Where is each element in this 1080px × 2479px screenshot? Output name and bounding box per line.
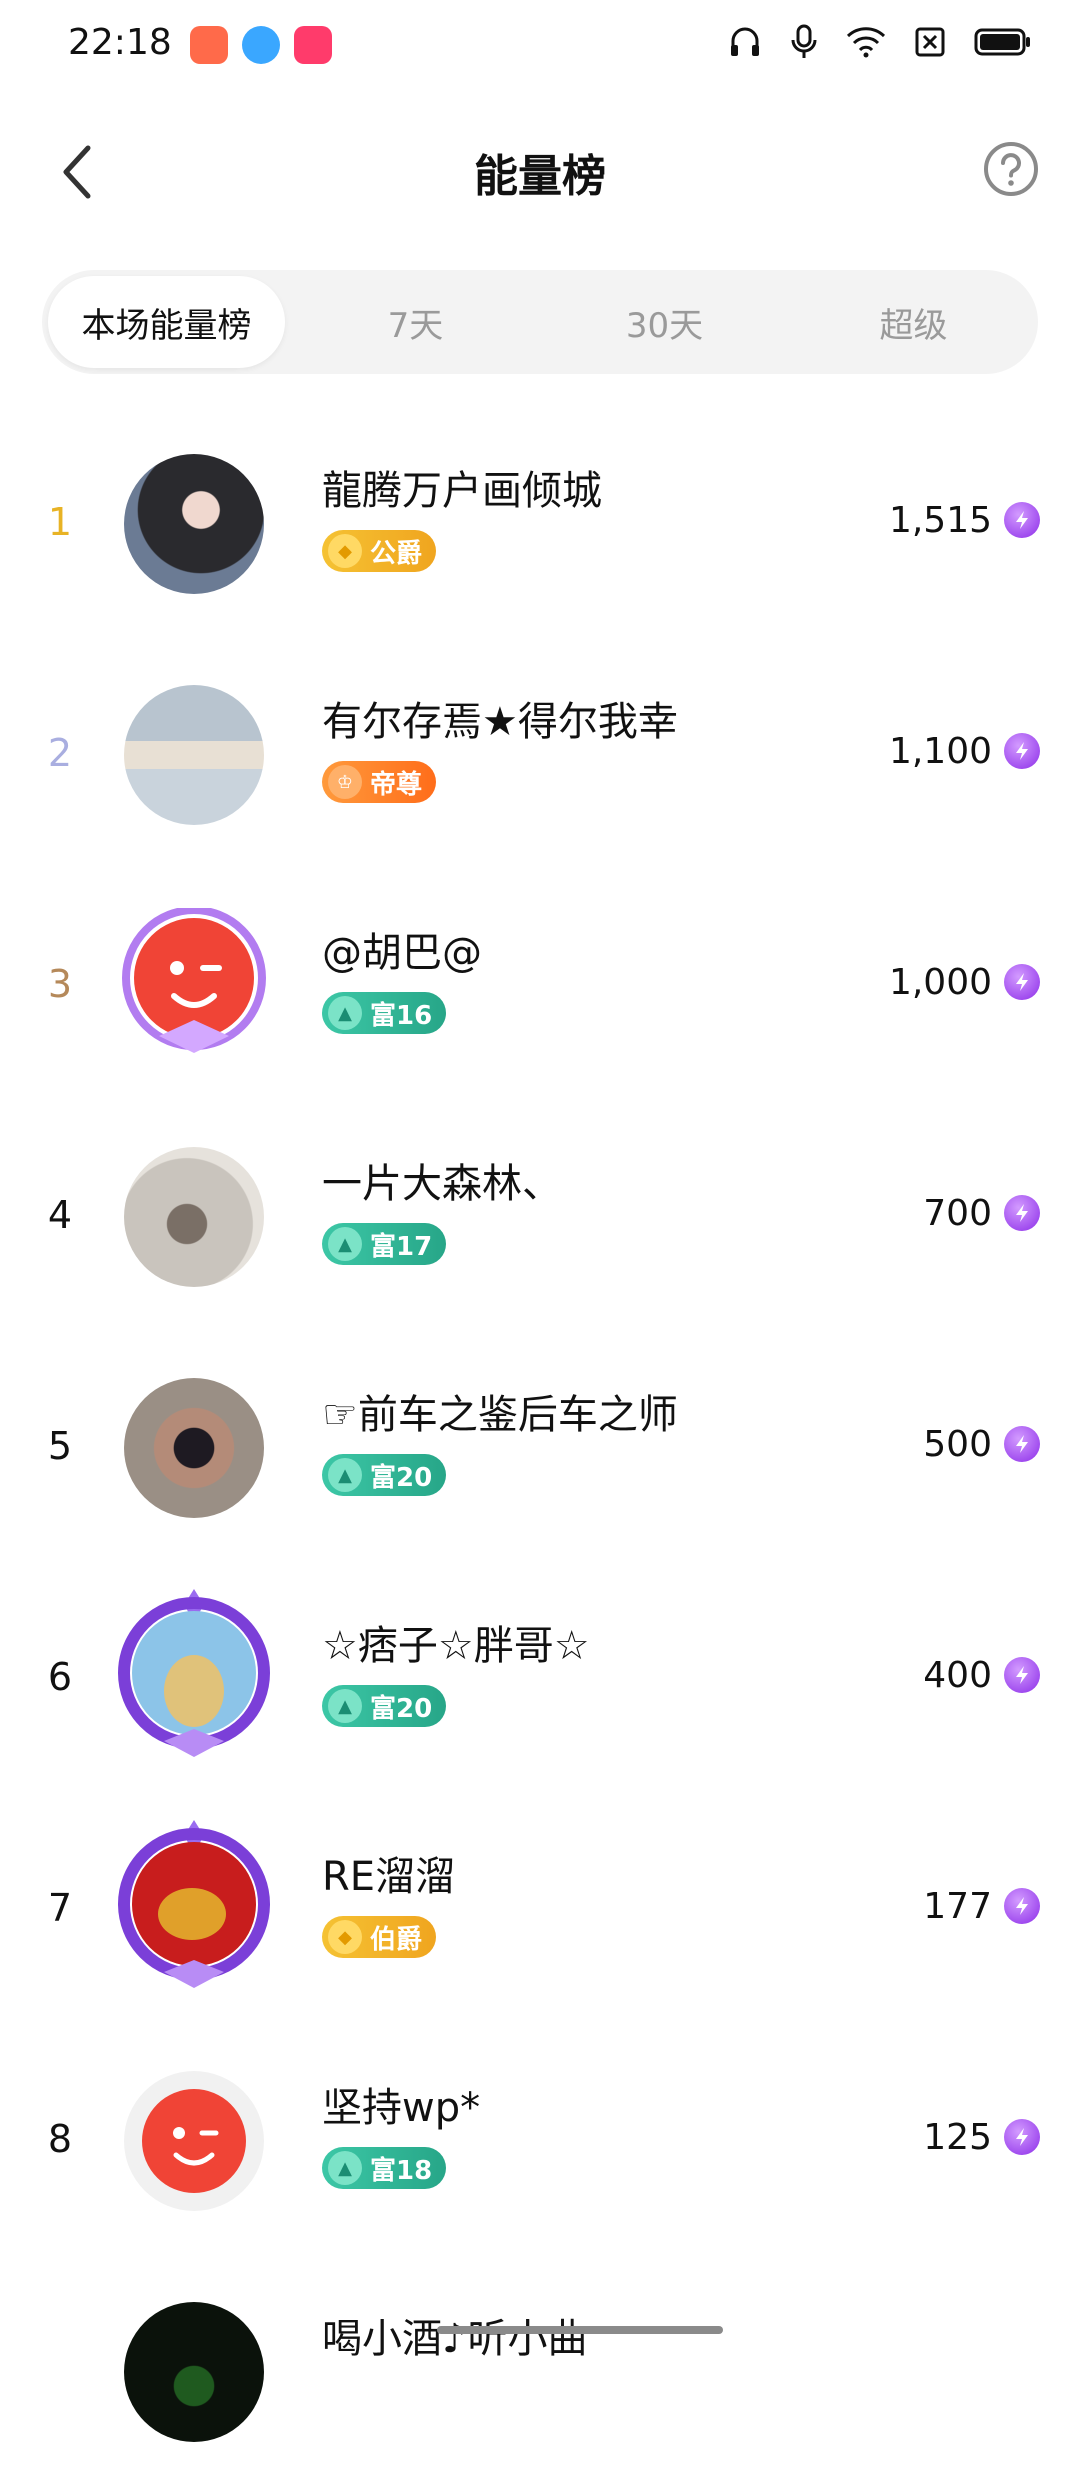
rank-number: 1 (47, 500, 73, 544)
question-circle-icon (984, 142, 1038, 196)
page-title: 能量榜 (474, 151, 606, 202)
user-name: ☆痞子☆胖哥☆ (322, 1623, 590, 1669)
avatar[interactable] (118, 1820, 270, 1988)
clock: 22:18 (68, 22, 172, 63)
triangle-icon: ▲ (328, 1458, 362, 1492)
user-name: 一片大森林、 (322, 1161, 562, 1207)
energy-score: 1,100 (888, 731, 992, 772)
level-badge: ♔ 帝尊 (322, 761, 437, 803)
rank-number: 6 (47, 1655, 73, 1699)
wifi-icon (846, 27, 886, 58)
list-item[interactable]: 5 ☞前车之鉴后车之师 ▲ 富20 500 (0, 1324, 1080, 1555)
energy-score: 1,000 (888, 962, 992, 1003)
rank-number: 7 (47, 1886, 73, 1930)
rank-number: 5 (47, 1424, 73, 1468)
tab-7-days[interactable]: 7天 (297, 276, 534, 368)
avatar[interactable] (124, 454, 264, 594)
user-name: 喝小酒♪听小曲 (322, 2316, 588, 2362)
level-badge: ▲ 富16 (322, 992, 447, 1034)
lightning-icon (1004, 964, 1040, 1000)
tab-current-session[interactable]: 本场能量榜 (48, 276, 285, 368)
list-item[interactable]: 喝小酒♪听小曲 (0, 2248, 1080, 2479)
lightning-icon (1004, 2119, 1040, 2155)
energy-score: 125 (923, 2117, 992, 2158)
microphone-icon (791, 24, 817, 58)
lightning-icon (1004, 1888, 1040, 1924)
help-button[interactable] (982, 140, 1040, 198)
ranking-list: 1 龍腾万户画倾城 ◆ 公爵 1,515 2 有尔存焉★得尔我幸 ♔ 帝尊 1,… (0, 400, 1080, 2479)
triangle-icon: ▲ (328, 1689, 362, 1723)
triangle-icon: ▲ (328, 2151, 362, 2185)
level-badge: ▲ 富20 (322, 1685, 447, 1727)
lightning-icon (1004, 1657, 1040, 1693)
energy-score: 700 (923, 1193, 992, 1234)
lightning-icon (1004, 1195, 1040, 1231)
level-badge: ▲ 富20 (322, 1454, 447, 1496)
triangle-icon: ▲ (328, 996, 362, 1030)
list-item[interactable]: 3 @胡巴@ ▲ 富16 1,000 (0, 862, 1080, 1093)
user-name: 龍腾万户画倾城 (322, 468, 602, 514)
user-name: @胡巴@ (322, 930, 482, 976)
level-badge: ▲ 富17 (322, 1223, 447, 1265)
app-icon-1 (190, 26, 228, 64)
sim-icon (915, 27, 945, 57)
lightning-icon (1004, 502, 1040, 538)
battery-icon (974, 28, 1030, 56)
rank-number: 2 (47, 731, 73, 775)
avatar[interactable] (124, 1147, 264, 1287)
tab-super[interactable]: 超级 (795, 276, 1032, 368)
lightning-icon (1004, 1426, 1040, 1462)
status-bar: 22:18 (0, 0, 1080, 96)
user-name: RE溜溜 (322, 1854, 456, 1900)
energy-score: 500 (923, 1424, 992, 1465)
energy-score: 1,515 (888, 500, 992, 541)
ranking-tabs: 本场能量榜 7天 30天 超级 (42, 270, 1038, 374)
user-name: 坚持wp* (322, 2085, 481, 2131)
list-item[interactable]: 4 一片大森林、 ▲ 富17 700 (0, 1093, 1080, 1324)
list-item[interactable]: 1 龍腾万户画倾城 ◆ 公爵 1,515 (0, 400, 1080, 631)
rank-number: 4 (47, 1193, 73, 1237)
app-icon-2 (242, 26, 280, 64)
headphones-icon (731, 27, 759, 56)
user-name: ☞前车之鉴后车之师 (322, 1392, 678, 1438)
medal-icon: ◆ (328, 1920, 362, 1954)
avatar[interactable] (124, 685, 264, 825)
energy-score: 400 (923, 1655, 992, 1696)
lightning-icon (1004, 733, 1040, 769)
home-indicator[interactable] (437, 2326, 723, 2334)
energy-score: 177 (923, 1886, 992, 1927)
user-name: 有尔存焉★得尔我幸 (322, 699, 678, 745)
avatar[interactable] (124, 2071, 264, 2211)
level-badge: ◆ 公爵 (322, 530, 437, 572)
rank-number: 3 (47, 962, 73, 1006)
list-item[interactable]: 2 有尔存焉★得尔我幸 ♔ 帝尊 1,100 (0, 631, 1080, 862)
list-item[interactable]: 6 ☆痞子☆胖哥☆ ▲ 富20 400 (0, 1555, 1080, 1786)
avatar[interactable] (124, 1378, 264, 1518)
app-icon-3 (294, 26, 332, 64)
level-badge: ◆ 伯爵 (322, 1916, 437, 1958)
rank-number: 8 (47, 2117, 73, 2161)
level-badge: ▲ 富18 (322, 2147, 447, 2189)
list-item[interactable]: 7 RE溜溜 ◆ 伯爵 177 (0, 1786, 1080, 2017)
list-item[interactable]: 8 坚持wp* ▲ 富18 125 (0, 2017, 1080, 2248)
avatar[interactable] (124, 2302, 264, 2442)
triangle-icon: ▲ (328, 1227, 362, 1261)
medal-icon: ◆ (328, 534, 362, 568)
avatar[interactable] (122, 906, 266, 1056)
avatar[interactable] (118, 1589, 270, 1757)
header: 能量榜 (0, 110, 1080, 230)
tab-30-days[interactable]: 30天 (546, 276, 783, 368)
crown-icon: ♔ (328, 765, 362, 799)
